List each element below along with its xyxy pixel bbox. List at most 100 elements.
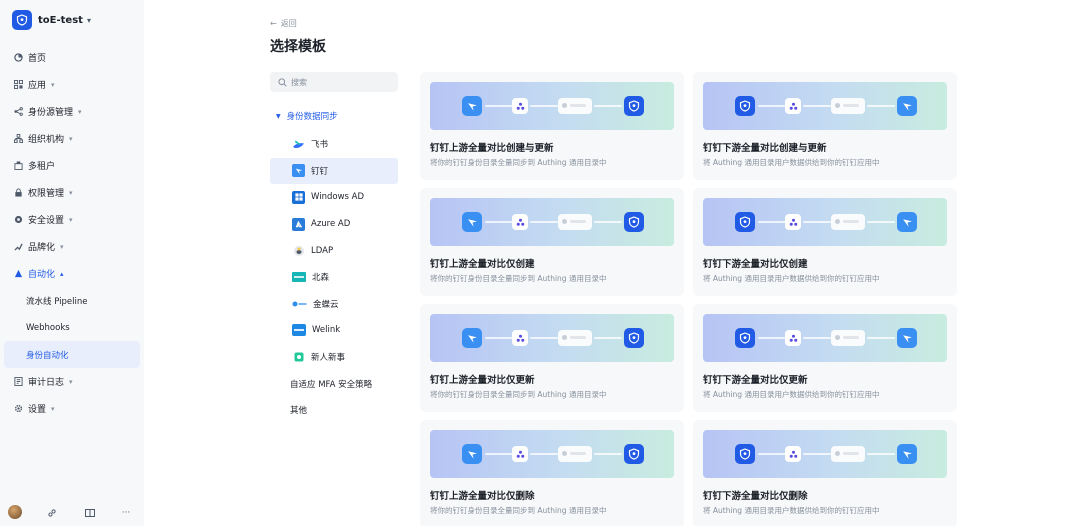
org-name: toE-test	[38, 14, 83, 26]
back-link[interactable]: ← 返回	[270, 18, 297, 29]
category-kingdee[interactable]: 金蝶云	[270, 291, 398, 318]
nav-item-label: 品牌化	[28, 243, 56, 253]
template-card[interactable]: 钉钉下游全量对比仅删除将 Authing 通用目录用户数据供给到你的钉钉应用中	[693, 420, 957, 526]
nav-item-org[interactable]: 组织机构 ▾	[0, 125, 144, 152]
nav-sub-webhooks[interactable]: Webhooks	[0, 314, 144, 341]
nav-item-apps[interactable]: 应用 ▾	[0, 71, 144, 98]
chevron-down-icon: ▾	[51, 404, 55, 413]
flow-line	[485, 105, 513, 107]
flow-line	[594, 337, 622, 339]
nav-item-label: 安全设置	[28, 216, 65, 226]
chevron-down-icon: ▾	[69, 377, 73, 386]
flow-line	[594, 105, 622, 107]
authing-logo-icon	[735, 444, 755, 464]
nav-item-settings[interactable]: 设置 ▾	[0, 395, 144, 422]
template-title: 钉钉下游全量对比仅更新	[703, 375, 808, 386]
nav-item-audit-log[interactable]: 审计日志 ▾	[0, 368, 144, 395]
nav-item-label: 审计日志	[28, 378, 65, 388]
flow-line	[758, 453, 786, 455]
nav-item-permission[interactable]: 权限管理 ▾	[0, 179, 144, 206]
authing-logo-icon	[624, 444, 644, 464]
nav-item-label: 应用	[28, 81, 47, 91]
template-card[interactable]: 钉钉下游全量对比仅更新将 Authing 通用目录用户数据供给到你的钉钉应用中	[693, 304, 957, 412]
home-icon	[13, 53, 23, 63]
nav-item-brand[interactable]: 品牌化 ▾	[0, 233, 144, 260]
template-banner	[430, 430, 674, 478]
category-xinrenxinshi[interactable]: 新人新事	[270, 344, 398, 371]
template-card[interactable]: 钉钉上游全量对比仅创建 将你的钉钉身份目录全量同步到 Authing 通用目录中	[420, 188, 684, 296]
template-card[interactable]: 钉钉上游全量对比仅更新 将你的钉钉身份目录全量同步到 Authing 通用目录中	[420, 304, 684, 412]
data-record-icon	[831, 330, 865, 346]
template-card[interactable]: 钉钉下游全量对比创建与更新将 Authing 通用目录用户数据供给到你的钉钉应用…	[693, 72, 957, 180]
category-dingtalk[interactable]: 钉钉	[270, 157, 398, 185]
category-ldap[interactable]: LDAP	[270, 237, 398, 264]
search-input[interactable]: 搜索	[270, 72, 398, 92]
category-group-label: 身份数据同步	[286, 112, 338, 122]
xinrenxinshi-icon	[292, 351, 305, 364]
chevron-down-icon: ▾	[69, 188, 73, 197]
template-title: 钉钉下游全量对比创建与更新	[703, 143, 827, 154]
sidebar-footer: ···	[0, 500, 144, 526]
book-icon[interactable]	[84, 507, 96, 519]
category-adaptive-mfa[interactable]: 自适应 MFA 安全策略	[270, 370, 398, 397]
dingtalk-icon	[462, 328, 482, 348]
category-feishu[interactable]: 飞书	[270, 131, 398, 158]
nav-item-automation[interactable]: 自动化 ▴	[0, 260, 144, 287]
category-label: Welink	[312, 325, 341, 336]
pipeline-node-icon	[512, 446, 528, 462]
flow-line	[530, 337, 558, 339]
nav-item-home[interactable]: 首页	[0, 44, 144, 71]
nav-item-label: 权限管理	[28, 189, 65, 199]
template-card[interactable]: 钉钉上游全量对比创建与更新 将你的钉钉身份目录全量同步到 Authing 通用目录…	[420, 72, 684, 180]
dingtalk-icon	[897, 96, 917, 116]
category-beisen[interactable]: 北森	[270, 264, 398, 291]
template-title: 钉钉下游全量对比仅创建	[703, 259, 808, 270]
category-other[interactable]: 其他	[270, 397, 398, 424]
flow-line	[803, 453, 831, 455]
flow-line	[758, 105, 786, 107]
data-record-icon	[558, 98, 592, 114]
flow-line	[758, 337, 786, 339]
link-icon[interactable]	[46, 507, 58, 519]
template-banner	[430, 198, 674, 246]
flow-line	[594, 453, 622, 455]
org-switcher[interactable]: toE-test ▾	[12, 10, 91, 30]
flow-line	[594, 221, 622, 223]
apps-icon	[13, 80, 23, 90]
caret-down-icon: ▼	[276, 112, 281, 120]
category-label: LDAP	[311, 245, 334, 256]
nav-item-identity-source[interactable]: 身份源管理 ▾	[0, 98, 144, 125]
sidebar: toE-test ▾ 首页 应用 ▾ 身份源管理 ▾ 组织机构 ▾ 多租户 权限…	[0, 0, 144, 526]
flow-line	[867, 221, 895, 223]
nav-sub-identity-automation[interactable]: 身份自动化	[4, 341, 140, 368]
page-title: 选择模板	[270, 39, 326, 55]
nav-item-tenant[interactable]: 多租户	[0, 152, 144, 179]
nav-item-label: 多租户	[28, 162, 56, 172]
authing-logo-icon	[624, 96, 644, 116]
template-card[interactable]: 钉钉下游全量对比仅创建将 Authing 通用目录用户数据供给到你的钉钉应用中	[693, 188, 957, 296]
category-welink[interactable]: Welink	[270, 317, 398, 344]
category-group-identity-sync[interactable]: ▼ 身份数据同步	[276, 110, 338, 122]
template-title: 钉钉上游全量对比创建与更新	[430, 143, 554, 154]
template-banner	[703, 198, 947, 246]
flow-line	[867, 453, 895, 455]
template-description: 将 Authing 通用目录用户数据供给到你的钉钉应用中	[703, 158, 880, 167]
more-icon[interactable]: ···	[120, 507, 132, 519]
pipeline-node-icon	[512, 98, 528, 114]
search-placeholder: 搜索	[291, 77, 307, 87]
nav-item-label: 身份源管理	[28, 108, 74, 118]
avatar[interactable]	[8, 505, 22, 519]
template-banner	[703, 82, 947, 130]
settings-icon	[13, 404, 23, 414]
flow-line	[803, 105, 831, 107]
nav-item-security[interactable]: 安全设置 ▾	[0, 206, 144, 233]
search-icon	[278, 77, 287, 87]
template-card[interactable]: 钉钉上游全量对比仅删除 将你的钉钉身份目录全量同步到 Authing 通用目录中	[420, 420, 684, 526]
pipeline-node-icon	[785, 330, 801, 346]
category-windows-ad[interactable]: Windows AD	[270, 184, 398, 211]
category-list: 飞书 钉钉 Windows AD Azure AD LDAP 北森 金蝶云 We…	[270, 131, 398, 424]
org-icon	[13, 134, 23, 144]
category-label: Windows AD	[311, 192, 365, 203]
nav-sub-pipeline[interactable]: 流水线 Pipeline	[0, 287, 144, 314]
category-azure-ad[interactable]: Azure AD	[270, 211, 398, 238]
